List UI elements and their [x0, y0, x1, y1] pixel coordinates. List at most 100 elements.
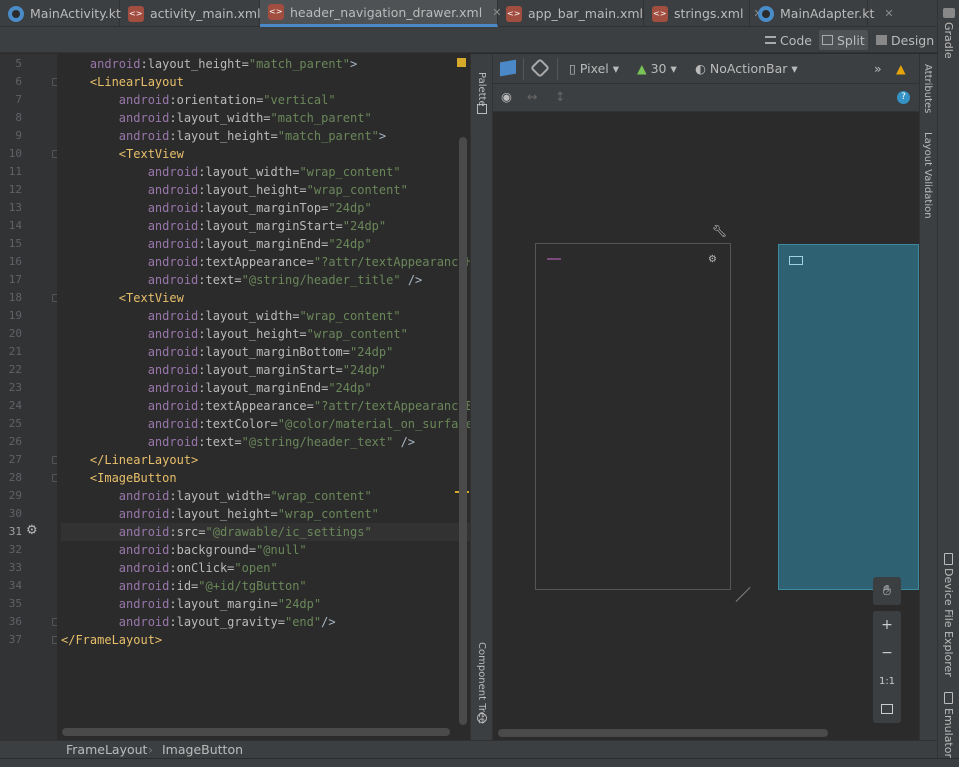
horizontal-resize-icon[interactable]: ↔ — [527, 89, 537, 104]
code-token: "24dp" — [328, 381, 372, 395]
code-token: android — [147, 399, 199, 413]
design-surface[interactable]: ▯ Pixel ▾ ▲ 30 ▾ ◐ NoActionBar ▾ » ▲ ◉ ↔… — [493, 54, 919, 740]
design-horizontal-scrollbar[interactable] — [498, 729, 828, 737]
zoom-controls: + − 1:1 — [873, 611, 901, 723]
tab-activity-main-xml[interactable]: activity_main.xml✕ — [120, 0, 280, 27]
line-number: 21 — [8, 345, 22, 358]
settings-gutter-icon[interactable]: ⚙ — [26, 523, 38, 538]
palette-icon — [477, 104, 487, 114]
code-token: android — [147, 237, 199, 251]
blueprint-preview[interactable] — [778, 244, 919, 590]
attributes-tab[interactable]: Attributes — [922, 64, 933, 113]
code-line: android:layout_width="match_parent" — [61, 109, 470, 127]
orientation-icon[interactable] — [530, 58, 550, 78]
tab-header-navigation-drawer-xml[interactable]: header_navigation_drawer.xml✕ — [260, 0, 501, 27]
code-token: "match_parent" — [270, 111, 372, 125]
split-mode-button[interactable]: Split — [819, 30, 868, 50]
emulator-button[interactable]: Emulator — [942, 708, 955, 758]
warning-icon[interactable]: ▲ — [896, 61, 906, 76]
line-number: 6 — [15, 75, 22, 88]
code-line: android:textColor="@color/material_on_su… — [61, 415, 470, 433]
tab-mainactivity-kt[interactable]: MainActivity.kt✕ — [0, 0, 140, 27]
code-token: "24dp" — [328, 201, 372, 215]
close-icon[interactable]: ✕ — [884, 7, 893, 20]
design-mode-label: Design — [891, 32, 935, 48]
code-line: android:textAppearance="?attr/textAppear… — [61, 253, 470, 271]
line-number: 34 — [8, 579, 22, 592]
code-token: :textColor= — [198, 417, 278, 431]
code-token: android — [147, 273, 199, 287]
code-token: android — [89, 57, 141, 71]
gradle-tool-button[interactable]: Gradle — [942, 22, 955, 59]
code-token: "wrap_content" — [270, 489, 372, 503]
line-number: 30 — [8, 507, 22, 520]
design-preview-frame[interactable]: ⚙ — [535, 243, 731, 590]
code-vertical-scrollbar[interactable] — [459, 137, 467, 725]
breadcrumb-item[interactable]: FrameLayout — [66, 742, 147, 757]
code-line: <TextView — [61, 145, 470, 163]
eye-icon[interactable]: ◉ — [501, 89, 512, 104]
code-token: "wrap_content" — [306, 183, 408, 197]
resize-handle-icon[interactable] — [735, 587, 751, 602]
line-number: 25 — [8, 417, 22, 430]
api-selector[interactable]: ▲ 30 ▾ — [637, 61, 677, 76]
more-chevron-icon[interactable]: » — [874, 61, 882, 76]
code-token: android — [118, 543, 170, 557]
code-token: :orientation= — [169, 93, 264, 107]
code-horizontal-scrollbar[interactable] — [62, 728, 450, 736]
tab-label: strings.xml — [674, 6, 744, 21]
code-token: :layout_margin= — [169, 597, 278, 611]
tab-strings-xml[interactable]: strings.xml✕ — [644, 0, 763, 27]
code-token: "@drawable/ic_settings" — [205, 525, 372, 539]
code-mode-button[interactable]: Code — [762, 30, 815, 50]
palette-tab[interactable]: Palette — [476, 72, 487, 107]
zoom-fit-button[interactable] — [873, 695, 901, 723]
breadcrumb-item[interactable]: ImageButton — [162, 742, 243, 757]
theme-selector[interactable]: ◐ NoActionBar ▾ — [695, 61, 798, 76]
code-line: android:layout_marginStart="24dp" — [61, 361, 470, 379]
tab-label: MainActivity.kt — [30, 6, 121, 21]
device-file-explorer-button[interactable]: Device File Explorer — [942, 568, 955, 677]
blueprint-element-icon — [789, 256, 803, 265]
code-token: :text= — [198, 435, 242, 449]
device-selector[interactable]: ▯ Pixel ▾ — [569, 61, 619, 76]
zoom-in-button[interactable]: + — [873, 611, 901, 639]
design-mode-button[interactable]: Design — [873, 30, 937, 50]
pan-button[interactable]: ✋︎ — [873, 577, 901, 605]
wrench-icon[interactable]: 🔧︎ — [712, 224, 727, 238]
right-tool-strip: Gradle Device File Explorer Emulator — [937, 0, 959, 767]
line-number: 28 — [8, 471, 22, 484]
code-token: <TextView — [118, 291, 184, 305]
code-token: :layout_width= — [169, 111, 271, 125]
code-token: </FrameLayout> — [61, 633, 163, 647]
code-token: "@string/header_title" — [241, 273, 401, 287]
view-mode-bar: Code Split Design — [0, 27, 937, 53]
tab-app-bar-main-xml[interactable]: app_bar_main.xml✕ — [498, 0, 662, 27]
code-token: android — [147, 165, 199, 179]
code-editor[interactable]: android:layout_height="match_parent"> <L… — [57, 54, 470, 740]
zoom-actual-size-button[interactable]: 1:1 — [873, 667, 901, 695]
zoom-out-button[interactable]: − — [873, 639, 901, 667]
code-line: android:layout_height="match_parent"> — [61, 55, 470, 73]
code-token: "24dp" — [342, 219, 387, 233]
code-token: android — [147, 345, 199, 359]
layout-validation-tab[interactable]: Layout Validation — [922, 132, 933, 219]
code-token: "open" — [234, 561, 278, 575]
vertical-resize-icon[interactable]: ↕ — [555, 89, 565, 104]
component-tree-tab[interactable]: Component Tree — [476, 642, 487, 724]
code-line: android:layout_height="wrap_content" — [61, 505, 470, 523]
code-token: "vertical" — [263, 93, 336, 107]
code-line: android:src="@drawable/ic_settings" — [61, 523, 470, 541]
tab-mainadapter-kt[interactable]: MainAdapter.kt ✕ — [750, 0, 894, 27]
code-token: :layout_marginTop= — [198, 201, 329, 215]
layers-icon[interactable] — [500, 59, 516, 77]
help-icon[interactable]: ? — [897, 91, 910, 104]
line-number: 14 — [8, 219, 22, 232]
code-token: "match_parent" — [277, 129, 379, 143]
